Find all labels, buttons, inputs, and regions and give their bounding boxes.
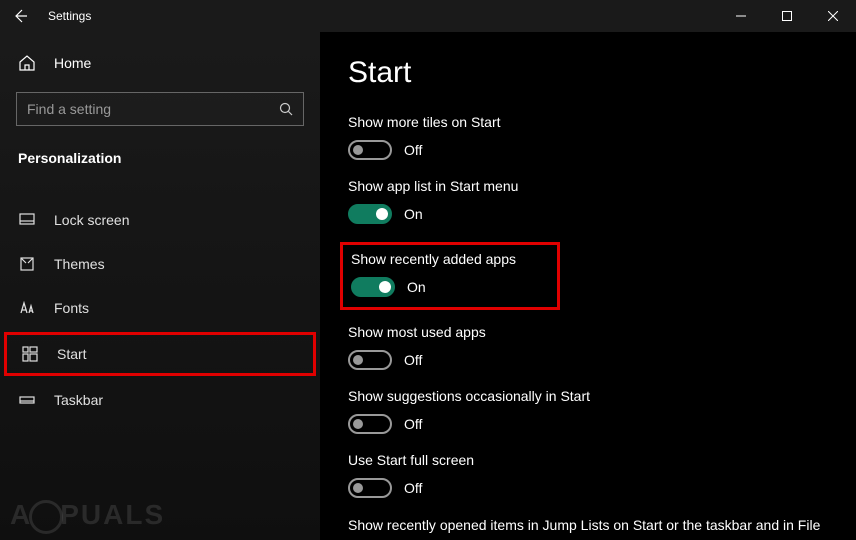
setting-label: Use Start full screen — [348, 452, 856, 468]
sidebar-item-home[interactable]: Home — [0, 44, 320, 82]
sidebar-item-lockscreen[interactable]: Lock screen — [0, 198, 320, 242]
sidebar-item-label: Taskbar — [54, 392, 103, 408]
close-icon — [828, 11, 838, 21]
taskbar-icon — [18, 391, 36, 409]
sidebar-section-title: Personalization — [0, 136, 320, 174]
toggle-show-more-tiles[interactable] — [348, 140, 392, 160]
setting-jump-lists-label: Show recently opened items in Jump Lists… — [348, 516, 856, 540]
start-icon — [21, 345, 39, 363]
setting-most-used-apps: Show most used apps Off — [348, 324, 856, 370]
search-icon — [279, 102, 293, 116]
back-arrow-icon — [12, 8, 28, 24]
toggle-most-used-apps[interactable] — [348, 350, 392, 370]
setting-label: Show more tiles on Start — [348, 114, 856, 130]
sidebar-item-label: Start — [57, 346, 87, 362]
setting-show-app-list: Show app list in Start menu On — [348, 178, 856, 224]
fonts-icon — [18, 299, 36, 317]
home-icon — [18, 54, 36, 72]
toggle-state: Off — [404, 416, 422, 432]
sidebar-item-label: Themes — [54, 256, 105, 272]
sidebar-item-themes[interactable]: Themes — [0, 242, 320, 286]
sidebar-item-fonts[interactable]: Fonts — [0, 286, 320, 330]
minimize-button[interactable] — [718, 0, 764, 32]
setting-label: Show suggestions occasionally in Start — [348, 388, 856, 404]
setting-recently-added-apps: Show recently added apps On — [340, 242, 560, 310]
toggle-show-app-list[interactable] — [348, 204, 392, 224]
minimize-icon — [736, 11, 746, 21]
toggle-fullscreen[interactable] — [348, 478, 392, 498]
search-box[interactable] — [16, 92, 304, 126]
main-content: Start Show more tiles on Start Off Show … — [320, 32, 856, 540]
search-input[interactable] — [27, 101, 279, 117]
window-title: Settings — [40, 9, 91, 23]
titlebar: Settings — [0, 0, 856, 32]
themes-icon — [18, 255, 36, 273]
sidebar-item-label: Home — [54, 55, 91, 71]
toggle-state: Off — [404, 480, 422, 496]
sidebar-item-start[interactable]: Start — [4, 332, 316, 376]
toggle-state: Off — [404, 142, 422, 158]
back-button[interactable] — [0, 0, 40, 32]
page-title: Start — [348, 56, 856, 90]
toggle-state: Off — [404, 352, 422, 368]
toggle-recently-added-apps[interactable] — [351, 277, 395, 297]
maximize-icon — [782, 11, 792, 21]
toggle-state: On — [404, 206, 423, 222]
sidebar-item-taskbar[interactable]: Taskbar — [0, 378, 320, 422]
lockscreen-icon — [18, 211, 36, 229]
setting-label: Show app list in Start menu — [348, 178, 856, 194]
setting-label: Show recently added apps — [351, 251, 547, 267]
sidebar: Home Personalization Lock screen Themes … — [0, 32, 320, 540]
maximize-button[interactable] — [764, 0, 810, 32]
watermark: APUALS — [10, 499, 165, 534]
sidebar-item-label: Lock screen — [54, 212, 129, 228]
window-controls — [718, 0, 856, 32]
setting-fullscreen: Use Start full screen Off — [348, 452, 856, 498]
setting-show-more-tiles: Show more tiles on Start Off — [348, 114, 856, 160]
sidebar-nav-list: Lock screen Themes Fonts Start Taskbar — [0, 198, 320, 422]
close-button[interactable] — [810, 0, 856, 32]
setting-suggestions: Show suggestions occasionally in Start O… — [348, 388, 856, 434]
sidebar-item-label: Fonts — [54, 300, 89, 316]
setting-label: Show most used apps — [348, 324, 856, 340]
toggle-suggestions[interactable] — [348, 414, 392, 434]
toggle-state: On — [407, 279, 426, 295]
